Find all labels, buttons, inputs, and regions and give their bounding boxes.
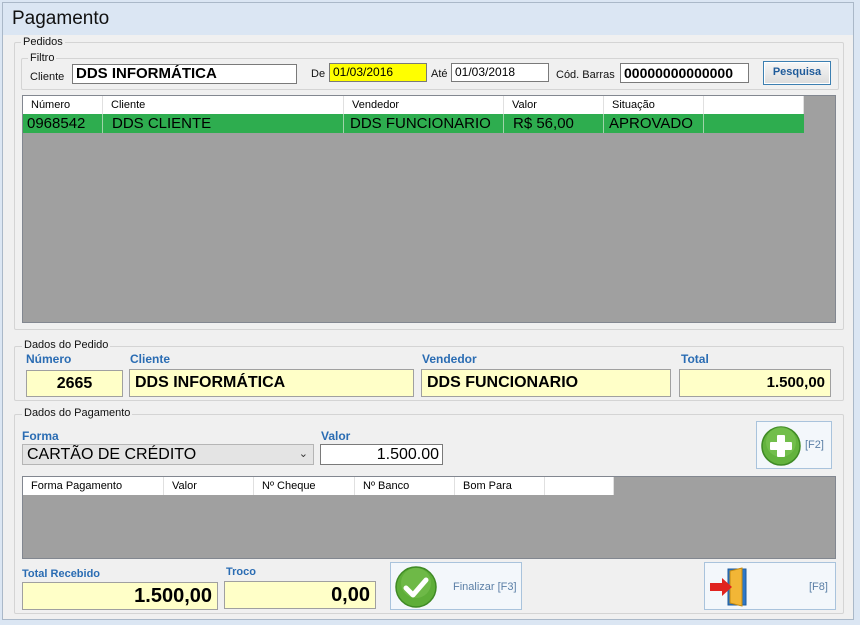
column-header-valor[interactable]: Valor [164, 477, 254, 495]
cliente-field: DDS INFORMÁTICA [129, 369, 414, 397]
barras-input[interactable]: 00000000000000 [620, 63, 749, 83]
exit-button[interactable]: [F8] [704, 562, 836, 610]
numero-label: Número [26, 352, 72, 366]
column-header-cliente[interactable]: Cliente [103, 96, 344, 114]
cliente-filter-input[interactable]: DDS INFORMÁTICA [72, 64, 297, 84]
table-row[interactable]: 0968542 DDS CLIENTE DDS FUNCIONARIO R$ 5… [23, 114, 804, 133]
cell-situacao: APROVADO [604, 114, 704, 133]
ate-label: Até [431, 68, 448, 80]
dados-pedido-group-label: Dados do Pedido [22, 339, 111, 351]
cell-numero: 0968542 [23, 114, 103, 133]
column-header-vendedor[interactable]: Vendedor [344, 96, 504, 114]
finalizar-button[interactable]: Finalizar [F3] [390, 562, 522, 610]
vendedor-field: DDS FUNCIONARIO [421, 369, 671, 397]
vendedor-label: Vendedor [422, 352, 477, 366]
pedidos-grid-header: Número Cliente Vendedor Valor Situação [23, 96, 804, 114]
column-header-valor[interactable]: Valor [504, 96, 604, 114]
forma-label: Forma [22, 429, 59, 443]
exit-label: [F8] [809, 581, 828, 593]
de-date-input[interactable]: 01/03/2016 [329, 63, 427, 82]
exit-door-icon [710, 567, 747, 607]
pagamento-grid-header: Forma Pagamento Valor Nº Cheque Nº Banco… [23, 477, 614, 495]
check-circle-icon [395, 566, 437, 608]
column-header-banco[interactable]: Nº Banco [355, 477, 455, 495]
barras-label: Cód. Barras [556, 69, 615, 81]
pedidos-group-label: Pedidos [21, 36, 65, 48]
column-header-empty [545, 477, 614, 495]
total-label: Total [681, 352, 709, 366]
dados-pagamento-group-label: Dados do Pagamento [22, 407, 133, 419]
forma-select-value: CARTÃO DE CRÉDITO [27, 446, 197, 463]
total-field: 1.500,00 [679, 369, 831, 397]
finalizar-label: Finalizar [F3] [453, 581, 517, 593]
valor-input[interactable]: 1.500.00 [320, 444, 443, 465]
cell-vendedor: DDS FUNCIONARIO [344, 114, 504, 133]
pedidos-grid[interactable]: Número Cliente Vendedor Valor Situação 0… [22, 95, 836, 323]
cell-cliente: DDS CLIENTE [103, 114, 344, 133]
window-title: Pagamento [12, 8, 110, 29]
column-header-empty [704, 96, 804, 114]
filtro-group-label: Filtro [28, 52, 57, 64]
forma-select[interactable]: CARTÃO DE CRÉDITO ⌄ [22, 444, 314, 465]
column-header-numero[interactable]: Número [23, 96, 103, 114]
cliente-label: Cliente [130, 352, 171, 366]
plus-circle-icon [761, 426, 801, 466]
total-recebido-field: 1.500,00 [22, 582, 218, 610]
troco-label: Troco [226, 566, 256, 578]
column-header-forma-pagamento[interactable]: Forma Pagamento [23, 477, 164, 495]
valor-label: Valor [321, 429, 351, 443]
column-header-cheque[interactable]: Nº Cheque [254, 477, 355, 495]
troco-field: 0,00 [224, 581, 376, 609]
cell-valor: R$ 56,00 [504, 114, 604, 133]
title-bar [3, 3, 853, 35]
column-header-situacao[interactable]: Situação [604, 96, 704, 114]
add-payment-button[interactable]: [F2] [756, 421, 832, 469]
add-payment-label: [F2] [805, 439, 824, 451]
chevron-down-icon[interactable]: ⌄ [299, 445, 308, 464]
ate-date-input[interactable]: 01/03/2018 [451, 63, 549, 82]
column-header-bom-para[interactable]: Bom Para [455, 477, 545, 495]
numero-field: 2665 [26, 370, 123, 397]
pagamento-grid[interactable]: Forma Pagamento Valor Nº Cheque Nº Banco… [22, 476, 836, 559]
total-recebido-label: Total Recebido [22, 568, 101, 580]
pesquisa-button[interactable]: Pesquisa [763, 61, 831, 85]
cliente-filter-label: Cliente [30, 71, 65, 83]
de-label: De [311, 68, 326, 80]
